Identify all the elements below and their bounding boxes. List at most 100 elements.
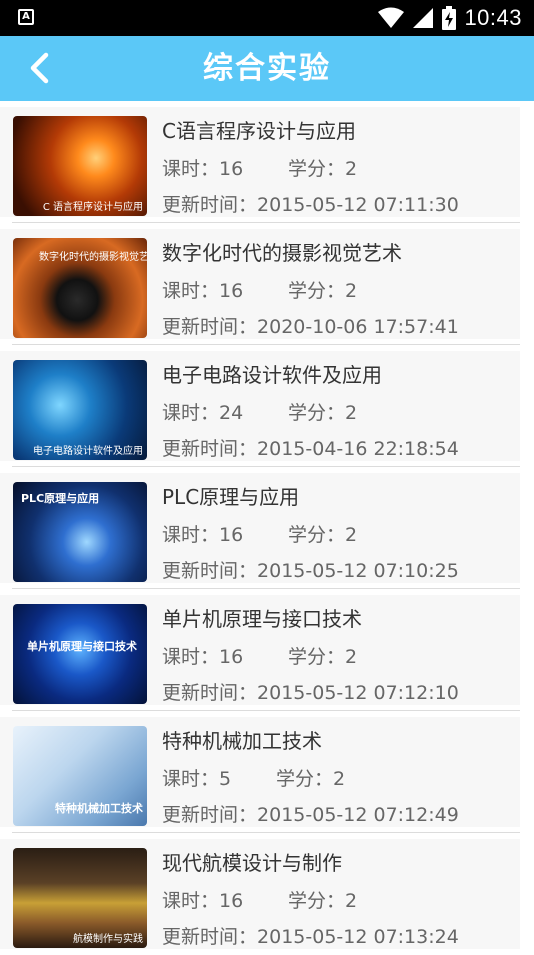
credits-label: 学分： [288,158,346,180]
credits-value: 2 [345,280,358,302]
hours-label: 课时： [162,158,220,180]
credits: 学分：2 [288,276,357,303]
credits-value: 2 [345,402,358,424]
credits-label: 学分： [288,524,346,546]
course-meta: 课时：16 学分：2 [162,276,357,303]
hours-value: 16 [219,524,244,546]
course-meta: 课时：16 学分：2 [162,642,357,669]
signal-icon [413,8,434,28]
update-value: 2015-05-12 07:10:25 [257,560,459,582]
credits-label: 学分： [288,280,346,302]
hours-label: 课时： [162,768,220,790]
update-value: 2020-10-06 17:57:41 [257,316,459,338]
course-meta: 课时：24 学分：2 [162,398,357,425]
update-label: 更新时间： [162,316,258,338]
course-meta: 课时：16 学分：2 [162,520,357,547]
credits-value: 2 [333,768,346,790]
course-title: 现代航模设计与制作 [162,851,342,875]
hours-label: 课时： [162,402,220,424]
credits-label: 学分： [276,768,334,790]
course-title: PLC原理与应用 [162,485,300,509]
course-thumbnail: PLC原理与应用 [13,482,147,582]
update-value: 2015-05-12 07:13:24 [257,926,459,948]
clock: 10:43 [464,5,522,30]
credits: 学分：2 [288,886,357,913]
chevron-left-icon[interactable] [22,50,58,86]
update-value: 2015-05-12 07:12:49 [257,804,459,826]
course-meta: 课时：16 学分：2 [162,154,357,181]
hours-value: 16 [219,158,244,180]
credits: 学分：2 [288,154,357,181]
course-thumbnail: 数字化时代的摄影视觉艺术 [13,238,147,338]
course-item[interactable]: 单片机原理与接口技术 单片机原理与接口技术 课时：16 学分：2 更新时间：20… [0,589,534,711]
credits: 学分：2 [288,398,357,425]
thumbnail-caption: PLC原理与应用 [21,492,100,505]
credits-value: 2 [345,646,358,668]
course-meta: 课时：16 学分：2 [162,886,357,913]
course-title: 电子电路设计软件及应用 [162,363,382,387]
course-item[interactable]: 电子电路设计软件及应用 电子电路设计软件及应用 课时：24 学分：2 更新时间：… [0,345,534,467]
update-label: 更新时间： [162,804,258,826]
course-title: 数字化时代的摄影视觉艺术 [162,241,402,265]
update-time: 更新时间：2015-05-12 07:12:49 [162,800,459,827]
course-list: C 语言程序设计与应用 C语言程序设计与应用 课时：16 学分：2 更新时间：2… [0,101,534,955]
app-bar: 综合实验 [0,36,534,101]
update-value: 2015-05-12 07:11:30 [257,194,459,216]
update-label: 更新时间： [162,926,258,948]
status-bar: A 10:43 [0,0,534,36]
notification-a-icon: A [18,9,34,25]
credits-value: 2 [345,524,358,546]
thumbnail-caption: 特种机械加工技术 [55,802,143,815]
course-title: 单片机原理与接口技术 [162,607,362,631]
hours-value: 16 [219,280,244,302]
update-time: 更新时间：2020-10-06 17:57:41 [162,312,459,339]
update-label: 更新时间： [162,560,258,582]
update-value: 2015-04-16 22:18:54 [257,438,459,460]
thumbnail-caption: 航模制作与实践 [73,934,143,945]
credits-label: 学分： [288,646,346,668]
course-title: 特种机械加工技术 [162,729,322,753]
credits: 学分：2 [288,642,357,669]
course-meta: 课时：5 学分：2 [162,764,345,791]
course-thumbnail: 电子电路设计软件及应用 [13,360,147,460]
thumbnail-caption: 电子电路设计软件及应用 [33,446,143,457]
course-item[interactable]: PLC原理与应用 PLC原理与应用 课时：16 学分：2 更新时间：2015-0… [0,467,534,589]
battery-charging-icon [442,6,457,30]
update-time: 更新时间：2015-05-12 07:10:25 [162,556,459,583]
hours-value: 5 [219,768,232,790]
update-time: 更新时间：2015-05-12 07:12:10 [162,678,459,705]
course-title: C语言程序设计与应用 [162,119,356,143]
hours-label: 课时： [162,890,220,912]
credits-label: 学分： [288,890,346,912]
update-label: 更新时间： [162,438,258,460]
credits-value: 2 [345,158,358,180]
thumbnail-caption: C 语言程序设计与应用 [42,202,143,213]
update-time: 更新时间：2015-05-12 07:11:30 [162,190,459,217]
hours-value: 16 [219,646,244,668]
hours-label: 课时： [162,646,220,668]
hours-label: 课时： [162,280,220,302]
update-value: 2015-05-12 07:12:10 [257,682,459,704]
wifi-icon [378,7,405,28]
course-thumbnail: 特种机械加工技术 [13,726,147,826]
credits-value: 2 [345,890,358,912]
course-thumbnail: 航模制作与实践 [13,848,147,948]
hours-value: 24 [219,402,244,424]
course-item[interactable]: 航模制作与实践 现代航模设计与制作 课时：16 学分：2 更新时间：2015-0… [0,833,534,955]
thumbnail-caption: 数字化时代的摄影视觉艺术 [39,252,147,263]
page-title: 综合实验 [203,51,331,86]
course-thumbnail: C 语言程序设计与应用 [13,116,147,216]
hours-label: 课时： [162,524,220,546]
status-right: 10:43 [378,0,522,36]
credits: 学分：2 [276,764,345,791]
course-thumbnail: 单片机原理与接口技术 [13,604,147,704]
update-time: 更新时间：2015-04-16 22:18:54 [162,434,459,461]
update-label: 更新时间： [162,194,258,216]
update-time: 更新时间：2015-05-12 07:13:24 [162,922,459,949]
course-item[interactable]: C 语言程序设计与应用 C语言程序设计与应用 课时：16 学分：2 更新时间：2… [0,101,534,223]
credits-label: 学分： [288,402,346,424]
course-item[interactable]: 数字化时代的摄影视觉艺术 数字化时代的摄影视觉艺术 课时：16 学分：2 更新时… [0,223,534,345]
credits: 学分：2 [288,520,357,547]
course-item[interactable]: 特种机械加工技术 特种机械加工技术 课时：5 学分：2 更新时间：2015-05… [0,711,534,833]
thumbnail-caption: 单片机原理与接口技术 [27,640,137,653]
